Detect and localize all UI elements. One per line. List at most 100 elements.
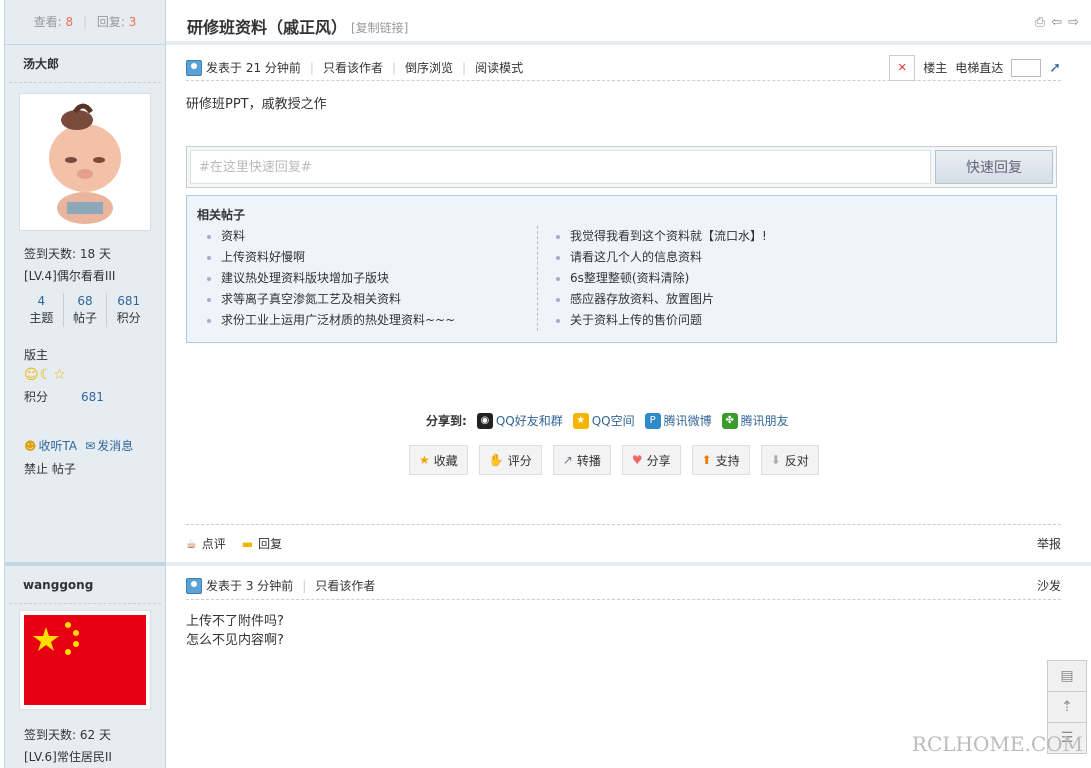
user-level[interactable]: [LV.6]常住居民II	[5, 746, 165, 768]
related-link[interactable]: 6s整理整顿(资料清除)	[546, 268, 877, 289]
reply-button[interactable]: ▬ 回复	[242, 535, 282, 552]
floor-label[interactable]: 沙发	[1037, 577, 1061, 594]
stat-posts[interactable]: 68 帖子	[64, 293, 108, 327]
report-link[interactable]: 举报	[1037, 535, 1061, 552]
support-button[interactable]: ⬆ 支持	[691, 445, 750, 475]
arrow-up-icon: ⬆	[701, 453, 712, 467]
ban-link[interactable]: 禁止 帖子	[5, 460, 165, 477]
follow-label: 收听TA	[38, 439, 78, 453]
score-label: 积分	[24, 390, 49, 404]
related-link[interactable]: 建议热处理资料版块增加子版块	[197, 268, 537, 289]
stat-points[interactable]: 681 积分	[107, 293, 150, 327]
related-right-list: 我觉得我看到这个资料就【流口水】! 请看这几个人的信息资料 6s整理整顿(资料清…	[537, 226, 877, 331]
copy-link[interactable]: [复制链接]	[351, 19, 408, 36]
prev-thread-icon[interactable]: ⇦	[1051, 15, 1062, 30]
checkin-days: 签到天数: 18 天	[24, 247, 111, 261]
user-icon	[186, 577, 202, 594]
broken-image-icon: ✕	[889, 54, 916, 81]
favorite-button[interactable]: ★ 收藏	[409, 445, 468, 475]
oppose-button[interactable]: ⬇ 反对	[760, 445, 819, 475]
thread-title: 研修班资料（戚正风）	[187, 18, 348, 37]
comment-button[interactable]: ☕ 点评	[186, 535, 226, 552]
rate-button[interactable]: ✋ 评分	[478, 445, 542, 475]
post-time: 发表于 3 分钟前	[186, 577, 293, 594]
quick-reply: #在这里快速回复# 快速回复	[186, 146, 1057, 188]
moon-icon: ☾	[39, 367, 53, 383]
author-name[interactable]: 汤大郎	[9, 45, 161, 83]
go-icon[interactable]: ➚	[1049, 60, 1061, 76]
floor-tools: ✕ 楼主 电梯直达 ➚	[889, 54, 1061, 81]
reverse-order-link[interactable]: 倒序浏览	[405, 59, 453, 76]
meta-separator: |	[462, 60, 467, 75]
print-icon[interactable]: ⎙	[1035, 15, 1045, 30]
only-author-link[interactable]: 只看该作者	[315, 577, 375, 594]
baby-avatar-image	[49, 103, 121, 224]
avatar[interactable]	[19, 93, 151, 231]
share-friends[interactable]: ✤ 腾讯朋友	[721, 412, 789, 429]
comment-icon[interactable]: ▤	[1047, 660, 1087, 692]
related-link[interactable]: 关于资料上传的售价问题	[546, 310, 877, 331]
related-link[interactable]: 求等离子真空渗氮工艺及相关资料	[197, 289, 537, 310]
title-tools: ⎙ ⇦ ⇨	[1035, 15, 1079, 30]
related-title: 相关帖子	[197, 208, 246, 222]
related-link[interactable]: 我觉得我看到这个资料就【流口水】!	[546, 226, 877, 247]
post-time: 发表于 21 分钟前	[186, 59, 301, 76]
post-line: 上传不了附件吗?	[186, 614, 284, 629]
quick-reply-button[interactable]: 快速回复	[935, 150, 1053, 184]
follow-icon: ☻	[24, 438, 37, 453]
user-stats: 4 主题 68 帖子 681 积分	[20, 293, 150, 327]
post-line: 怎么不见内容啊?	[186, 633, 284, 648]
share-weibo[interactable]: P 腾讯微博	[644, 412, 712, 429]
related-link[interactable]: 感应器存放资料、放置图片	[546, 289, 877, 310]
share-qzone[interactable]: ★ QQ空间	[572, 412, 635, 429]
message-button[interactable]: ✉ 发消息	[85, 437, 133, 454]
qq-icon: ◉	[476, 412, 493, 429]
oppose-label: 反对	[784, 453, 809, 468]
star-icon: ☆	[53, 367, 66, 383]
next-thread-icon[interactable]: ⇨	[1068, 15, 1079, 30]
stat-value: 681	[117, 294, 141, 308]
clover-icon: ✤	[721, 412, 738, 429]
related-link[interactable]: 请看这几个人的信息资料	[546, 247, 877, 268]
thread-stats: 查看: 8 | 回复: 3	[5, 0, 165, 45]
relay-label: 转播	[576, 453, 601, 468]
only-author-link[interactable]: 只看该作者	[323, 59, 383, 76]
stat-label: 帖子	[73, 311, 98, 325]
user-level[interactable]: [LV.4]偶尔看看III	[5, 265, 165, 287]
post-divider	[166, 562, 1091, 566]
back-to-top-icon[interactable]: ⇡	[1047, 691, 1087, 723]
stat-value: 4	[37, 294, 46, 308]
stat-topics[interactable]: 4 主题	[20, 293, 64, 327]
quick-reply-input[interactable]: #在这里快速回复#	[190, 150, 931, 184]
author-name[interactable]: wanggong	[9, 566, 161, 604]
share-friends-label: 腾讯朋友	[740, 414, 789, 428]
thread-page: 查看: 8 | 回复: 3 汤大郎 签到天数: 18 天 [LV.4]偶尔看看I…	[4, 0, 1091, 768]
follow-button[interactable]: ☻ 收听TA	[24, 437, 77, 454]
related-left-list: 资料 上传资料好慢啊 建议热处理资料版块增加子版块 求等离子真空渗氮工艺及相关资…	[197, 226, 537, 331]
rate-label: 评分	[507, 453, 532, 468]
share-label-btn: 分享	[646, 453, 671, 468]
elevator-label: 电梯直达	[955, 61, 1004, 75]
related-link[interactable]: 上传资料好慢啊	[197, 247, 537, 268]
post-column: 研修班资料（戚正风） [复制链接] ⎙ ⇦ ⇨ 发表于 21 分钟前 | 只看该…	[166, 0, 1091, 768]
related-link[interactable]: 求份工业上运用广泛材质的热处理资料~~~	[197, 310, 537, 331]
post-content: 上传不了附件吗? 怎么不见内容啊?	[186, 612, 284, 650]
share-qq[interactable]: ◉ QQ好友和群	[476, 412, 563, 429]
post-content: 研修班PPT，戚教授之作	[186, 97, 327, 112]
user-icon	[186, 59, 202, 76]
qzone-icon: ★	[572, 412, 589, 429]
avatar[interactable]	[19, 610, 151, 710]
medals: ☺ ☾ ☆	[5, 367, 165, 383]
related-link[interactable]: 资料	[197, 226, 537, 247]
read-mode-link[interactable]: 阅读模式	[475, 59, 523, 76]
related-columns: 资料 上传资料好慢啊 建议热处理资料版块增加子版块 求等离子真空渗氮工艺及相关资…	[197, 226, 1046, 331]
relay-button[interactable]: ↗ 转播	[552, 445, 611, 475]
envelope-icon: ✉	[85, 438, 96, 453]
views-count: 8	[65, 15, 74, 29]
floor-jump-input[interactable]	[1011, 58, 1042, 77]
post-time-label: 发表于 3 分钟前	[206, 579, 294, 593]
speech-bubble-icon: ▬	[241, 536, 254, 551]
score-row: 积分 681	[5, 387, 165, 407]
replies-count: 3	[128, 15, 137, 29]
share-button[interactable]: ♥ 分享	[621, 445, 681, 475]
